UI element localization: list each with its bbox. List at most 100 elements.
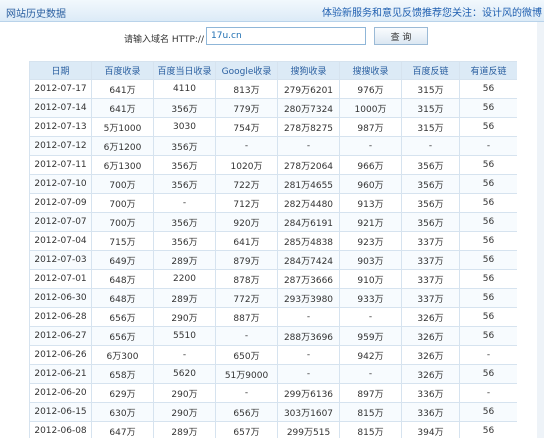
table-cell: -	[459, 383, 517, 403]
table-cell: -	[153, 345, 216, 365]
table-row: 2012-07-09 700万 -712万 282万4480 913万 356万 56	[29, 193, 517, 213]
table-row: 2012-06-27 656万 5510-288万3696 959万 326万 56	[29, 326, 517, 346]
table-cell: -	[339, 307, 402, 327]
table-cell: -	[277, 307, 340, 327]
table-cell: 326万	[401, 345, 460, 365]
table-cell: -	[277, 136, 340, 156]
table-cell: 290万	[153, 307, 216, 327]
table-cell: 5510	[153, 326, 216, 346]
table-cell: 56	[459, 402, 517, 422]
table-cell: -	[277, 364, 340, 384]
table-row: 2012-07-14 641万 356万 779万 280万7324 1000万 315万 5…	[29, 98, 517, 118]
table-cell: 356万	[153, 212, 216, 232]
table-row: 2012-06-15 630万 290万 656万 303万1607 815万 336万 56	[29, 402, 517, 422]
table-cell: 6万1300	[91, 155, 154, 175]
table-cell: 656万	[91, 326, 154, 346]
table-cell: -	[339, 136, 402, 156]
column-header: 搜狗收录	[277, 61, 340, 80]
table-cell: -	[215, 136, 278, 156]
scrollbar[interactable]	[537, 22, 544, 438]
table-cell: 878万	[215, 269, 278, 289]
table-row: 2012-07-03 649万 289万 879万 284万7424 903万 337万 56	[29, 250, 517, 270]
table-row: 2012-06-26 6万300-650万 -942万 326万 -	[29, 345, 517, 365]
table-cell: 650万	[215, 345, 278, 365]
table-cell: 5万1000	[91, 117, 154, 137]
table-row: 2012-07-12 6万1200 356万 - - - - -	[29, 136, 517, 156]
table-cell: 966万	[339, 155, 402, 175]
table-cell: 299万6136	[277, 383, 340, 403]
table-row: 2012-07-07 700万 356万 920万 284万6191 921万 356万 56	[29, 212, 517, 232]
domain-input[interactable]	[206, 27, 366, 45]
domain-label: 请输入域名 HTTP://	[124, 35, 204, 45]
table-cell: 6万300	[91, 345, 154, 365]
table-cell: 2012-07-09	[29, 193, 92, 213]
table-cell: 630万	[91, 402, 154, 422]
history-table-wrapper: 日期 百度收录 百度当日收录 Google收录 搜狗收录 搜搜收录 百度反链 有道反链 201…	[29, 61, 517, 438]
table-cell: 288万3696	[277, 326, 340, 346]
table-cell: 326万	[401, 307, 460, 327]
table-cell: 290万	[153, 383, 216, 403]
table-cell: 51万9000	[215, 364, 278, 384]
table-cell: 700万	[91, 212, 154, 232]
table-cell: 315万	[401, 98, 460, 118]
table-cell: 56	[459, 307, 517, 327]
table-row: 2012-06-28 656万 290万 887万 - -326万 56	[29, 307, 517, 327]
table-cell: 6万1200	[91, 136, 154, 156]
table-cell: 287万3666	[277, 269, 340, 289]
table-cell: 2012-06-26	[29, 345, 92, 365]
table-cell: 815万	[339, 421, 402, 438]
table-cell: 910万	[339, 269, 402, 289]
page-title: 网站历史数据	[6, 9, 66, 20]
table-cell: 641万	[215, 231, 278, 251]
table-cell: 656万	[215, 402, 278, 422]
table-cell: 3030	[153, 117, 216, 137]
table-body: 2012-07-17 641万 4110 813万 279万6201 976万 315万 56…	[29, 79, 517, 438]
table-cell: 284万7424	[277, 250, 340, 270]
table-cell: 282万4480	[277, 193, 340, 213]
table-cell: 647万	[91, 421, 154, 438]
feedback-notice-link[interactable]: 体验新服务和意见反馈推荐您关注：设计风的微博	[322, 4, 542, 19]
table-row: 2012-07-04 715万 356万 641万 285万4838 923万 337万 56	[29, 231, 517, 251]
table-cell: 2012-07-10	[29, 174, 92, 194]
table-cell: 337万	[401, 288, 460, 308]
table-row: 2012-07-11 6万1300 356万 1020万 278万2064 966万 356…	[29, 155, 517, 175]
column-header: 百度收录	[91, 61, 154, 80]
table-cell: 779万	[215, 98, 278, 118]
table-cell: 2012-06-08	[29, 421, 92, 438]
table-cell: -	[401, 136, 460, 156]
table-cell: 284万6191	[277, 212, 340, 232]
table-cell: -	[215, 326, 278, 346]
table-cell: 56	[459, 212, 517, 232]
table-cell: 656万	[91, 307, 154, 327]
table-cell: 959万	[339, 326, 402, 346]
table-cell: 913万	[339, 193, 402, 213]
table-row: 2012-06-21 658万 5620 51万9000- -326万 56	[29, 364, 517, 384]
table-cell: 326万	[401, 326, 460, 346]
table-cell: 56	[459, 326, 517, 346]
table-cell: 1020万	[215, 155, 278, 175]
table-row: 2012-07-13 5万1000 3030 754万 278万8275 987万 315万…	[29, 117, 517, 137]
table-cell: 56	[459, 174, 517, 194]
table-cell: 290万	[153, 402, 216, 422]
table-cell: 648万	[91, 288, 154, 308]
query-button[interactable]: 查 询	[374, 27, 428, 45]
table-cell: 315万	[401, 79, 460, 99]
table-cell: 326万	[401, 364, 460, 384]
table-cell: 629万	[91, 383, 154, 403]
table-row: 2012-07-01 648万 2200 878万 287万3666 910万 337万 56	[29, 269, 517, 289]
table-cell: 923万	[339, 231, 402, 251]
table-cell: 56	[459, 231, 517, 251]
column-header: 百度当日收录	[153, 61, 216, 80]
table-cell: 2012-07-03	[29, 250, 92, 270]
table-cell: 56	[459, 288, 517, 308]
table-cell: 2012-07-13	[29, 117, 92, 137]
table-cell: 278万2064	[277, 155, 340, 175]
table-cell: 2012-06-21	[29, 364, 92, 384]
table-cell: 336万	[401, 402, 460, 422]
table-cell: 648万	[91, 269, 154, 289]
table-cell: 337万	[401, 231, 460, 251]
table-cell: 356万	[401, 174, 460, 194]
table-cell: 879万	[215, 250, 278, 270]
table-cell: 2012-07-12	[29, 136, 92, 156]
table-cell: 715万	[91, 231, 154, 251]
